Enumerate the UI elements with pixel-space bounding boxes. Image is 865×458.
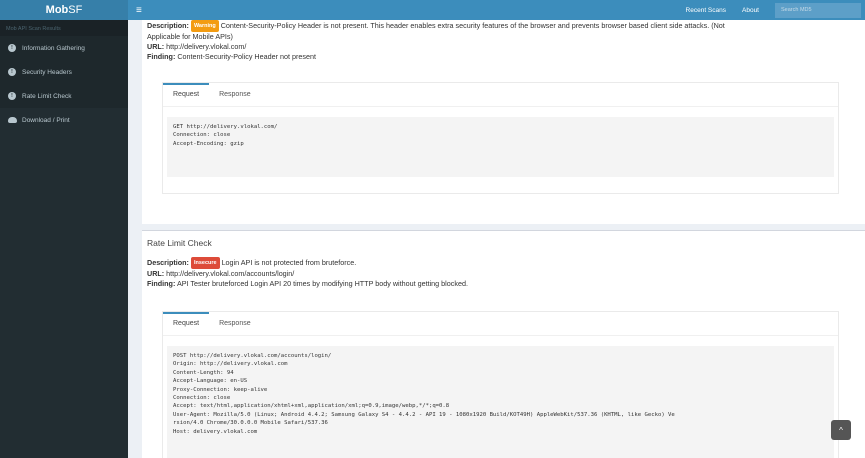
rate-limit-card: Rate Limit Check Description: Insecure L…	[142, 230, 865, 458]
description-label: Description:	[147, 21, 189, 30]
request-code-block: GET http://delivery.vlokal.com/ Connecti…	[167, 117, 834, 177]
sidebar-item-information-gathering[interactable]: ! Information Gathering	[0, 36, 128, 60]
brand-bold: Mob	[45, 4, 69, 16]
sidebar-item-security-headers[interactable]: ! Security Headers	[0, 60, 128, 84]
finding-label: Finding:	[147, 279, 176, 288]
search-input[interactable]	[775, 2, 861, 18]
main-content: Description: Warning Content-Security-Po…	[128, 20, 865, 458]
url-value: http://delivery.vlokal.com/	[166, 42, 247, 51]
request-response-panel: Request Response POST http://delivery.vl…	[162, 311, 839, 458]
brand-light: SF	[68, 4, 83, 16]
description-text: Content-Security-Policy Header is not pr…	[220, 21, 725, 30]
sidebar-item-rate-limit-check[interactable]: ! Rate Limit Check	[0, 84, 128, 108]
tab-response[interactable]: Response	[209, 312, 261, 335]
sidebar: Mob SF Mob API Scan Results ! Information…	[0, 0, 128, 458]
card-title: Rate Limit Check	[147, 238, 212, 248]
url-value: http://delivery.vlokal.com/accounts/logi…	[166, 269, 295, 278]
description-row: Description: Insecure Login API is not p…	[147, 257, 865, 269]
warning-badge: Warning	[190, 20, 219, 32]
tab-response[interactable]: Response	[209, 83, 261, 106]
url-label: URL:	[147, 42, 165, 51]
request-code-block: POST http://delivery.vlokal.com/accounts…	[167, 346, 834, 458]
tab-bar: Request Response	[163, 83, 838, 107]
sidebar-item-download-print[interactable]: Download / Print	[0, 108, 128, 132]
security-header-card: Description: Warning Content-Security-Po…	[142, 20, 865, 224]
cloud-download-icon	[8, 117, 17, 123]
chevron-up-icon: ^	[839, 425, 843, 435]
tab-bar: Request Response	[163, 312, 838, 336]
description-label: Description:	[147, 258, 189, 267]
menu-toggle-icon[interactable]: ≡	[136, 5, 146, 16]
info-icon: !	[8, 44, 16, 52]
sidebar-item-label: Security Headers	[22, 68, 72, 76]
finding-value: API Tester bruteforced Login API 20 time…	[176, 279, 468, 288]
url-row: URL: http://delivery.vlokal.com/accounts…	[147, 269, 865, 279]
finding-label: Finding:	[147, 52, 176, 61]
description-row: Description: Warning Content-Security-Po…	[147, 20, 865, 32]
top-navbar: ≡ Recent Scans About	[128, 0, 865, 20]
tab-request[interactable]: Request	[163, 83, 210, 106]
url-label: URL:	[147, 269, 165, 278]
scroll-to-top-button[interactable]: ^	[831, 420, 851, 440]
description-text: Login API is not protected from brutefor…	[221, 258, 357, 267]
sidebar-item-label: Rate Limit Check	[22, 92, 72, 100]
brand-logo[interactable]: Mob SF	[0, 0, 128, 20]
request-response-panel: Request Response GET http://delivery.vlo…	[162, 82, 839, 194]
url-row: URL: http://delivery.vlokal.com/	[147, 42, 865, 52]
sidebar-item-label: Information Gathering	[22, 44, 85, 52]
finding-value: Content-Security-Policy Header not prese…	[177, 52, 316, 61]
info-icon: !	[8, 92, 16, 100]
tab-request[interactable]: Request	[163, 312, 210, 335]
sidebar-item-label: Download / Print	[22, 116, 70, 124]
finding-row: Finding: API Tester bruteforced Login AP…	[147, 279, 865, 289]
finding-row: Finding: Content-Security-Policy Header …	[147, 52, 865, 62]
about-link[interactable]: About	[742, 7, 759, 14]
info-icon: !	[8, 68, 16, 76]
sidebar-header: Mob API Scan Results	[0, 20, 128, 36]
insecure-badge: Insecure	[190, 257, 220, 269]
description-row-cont: Applicable for Mobile APIs)	[147, 32, 233, 41]
recent-scans-link[interactable]: Recent Scans	[686, 7, 726, 14]
